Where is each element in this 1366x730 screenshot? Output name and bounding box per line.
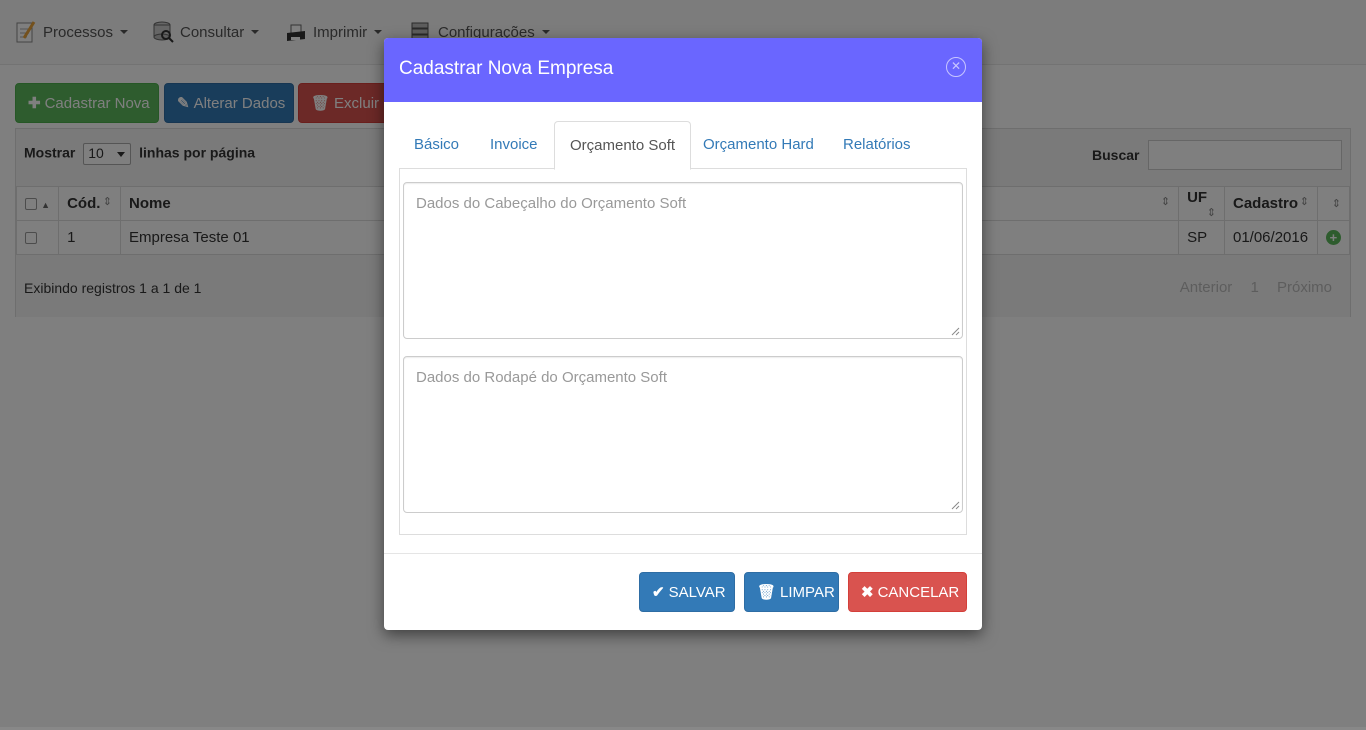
modal-tabs: Básico Invoice Orçamento Soft Orçamento …: [399, 121, 967, 170]
tab-relatorios[interactable]: Relatórios: [828, 121, 926, 169]
tab-invoice[interactable]: Invoice: [475, 121, 553, 169]
check-icon: ✔: [652, 584, 665, 601]
resize-grip-icon[interactable]: [951, 327, 960, 336]
clear-button-label: LIMPAR: [780, 583, 835, 601]
new-company-modal: Cadastrar Nova Empresa ✕ Básico Invoice …: [384, 38, 982, 630]
modal-footer: ✔ SALVAR 🗑 LIMPAR ✖ CANCELAR: [384, 553, 982, 630]
save-button[interactable]: ✔ SALVAR: [639, 572, 735, 612]
trash-icon: 🗑: [757, 584, 777, 601]
orcamento-soft-pane: Dados do Cabeçalho do Orçamento Soft Dad…: [399, 169, 967, 535]
clear-button[interactable]: 🗑 LIMPAR: [744, 572, 839, 612]
cancel-button-label: CANCELAR: [877, 583, 960, 601]
resize-grip-icon[interactable]: [951, 501, 960, 510]
cancel-button[interactable]: ✖ CANCELAR: [848, 572, 967, 612]
tab-orcamento-hard[interactable]: Orçamento Hard: [688, 121, 829, 169]
close-icon: ✖: [861, 584, 874, 601]
tab-basico[interactable]: Básico: [399, 121, 474, 169]
save-button-label: SALVAR: [668, 583, 726, 601]
modal-title: Cadastrar Nova Empresa: [399, 58, 614, 79]
footer-textarea[interactable]: Dados do Rodapé do Orçamento Soft: [403, 356, 963, 513]
close-icon[interactable]: ✕: [946, 57, 966, 77]
footer-textarea-placeholder: Dados do Rodapé do Orçamento Soft: [416, 369, 667, 386]
header-textarea[interactable]: Dados do Cabeçalho do Orçamento Soft: [403, 182, 963, 339]
tab-orcamento-soft[interactable]: Orçamento Soft: [554, 121, 692, 170]
header-textarea-placeholder: Dados do Cabeçalho do Orçamento Soft: [416, 195, 687, 212]
modal-header: Cadastrar Nova Empresa ✕: [384, 38, 982, 102]
